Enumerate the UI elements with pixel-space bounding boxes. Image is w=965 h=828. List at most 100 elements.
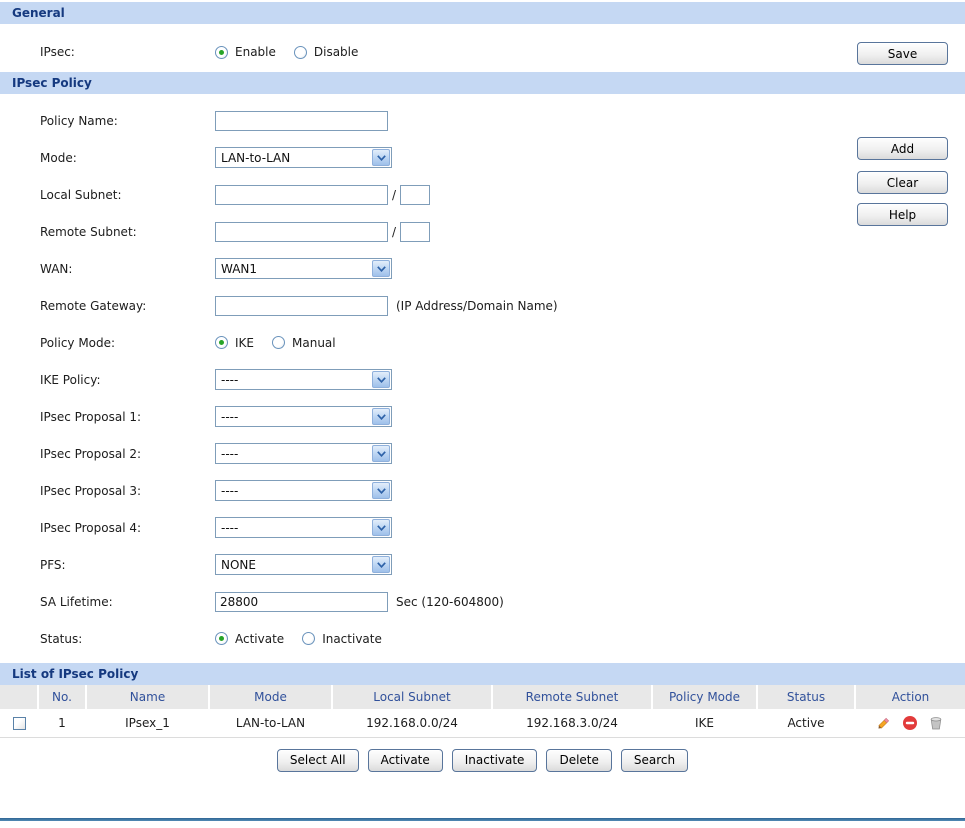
remote-gateway-label: Remote Gateway: bbox=[40, 298, 147, 313]
mode-select[interactable]: LAN-to-LAN bbox=[215, 147, 392, 168]
header-status: Status bbox=[756, 685, 855, 709]
remote-subnet-input[interactable] bbox=[215, 221, 388, 242]
ipsec-enable-row: IPsec: Enable Disable bbox=[0, 32, 965, 72]
pfs-row: PFS: NONE bbox=[0, 546, 965, 583]
policy-mode-row: Policy Mode: IKE Manual bbox=[0, 324, 965, 361]
add-button[interactable]: Add bbox=[857, 137, 948, 160]
ike-policy-label: IKE Policy: bbox=[40, 372, 101, 387]
bottom-divider bbox=[0, 818, 965, 821]
ipsec-proposal-2-select[interactable]: ---- bbox=[215, 443, 392, 464]
edit-icon[interactable] bbox=[876, 715, 892, 731]
remote-gateway-note: (IP Address/Domain Name) bbox=[396, 298, 558, 313]
remote-subnet-mask-input[interactable] bbox=[400, 221, 431, 242]
clear-button[interactable]: Clear bbox=[857, 171, 948, 194]
ipsec-label: IPsec: bbox=[40, 45, 75, 59]
status-inactivate-label: Inactivate bbox=[322, 631, 382, 646]
cell-local-subnet: 192.168.0.0/24 bbox=[332, 709, 492, 738]
mode-label: Mode: bbox=[40, 150, 77, 165]
chevron-down-icon bbox=[372, 149, 390, 166]
ike-policy-select-value: ---- bbox=[221, 372, 239, 387]
table-footer-buttons: Select All Activate Inactivate Delete Se… bbox=[0, 748, 965, 772]
local-subnet-label: Local Subnet: bbox=[40, 187, 122, 202]
chevron-down-icon bbox=[372, 371, 390, 388]
general-section-header: General bbox=[0, 2, 965, 24]
ipsec-proposal-4-label: IPsec Proposal 4: bbox=[40, 520, 142, 535]
cell-no: 1 bbox=[38, 709, 86, 738]
header-select-col bbox=[0, 685, 38, 709]
ipsec-enable-label: Enable bbox=[235, 45, 276, 59]
ipsec-disable-radio[interactable] bbox=[293, 45, 307, 59]
ipsec-proposal-1-label: IPsec Proposal 1: bbox=[40, 409, 142, 424]
mode-row: Mode: LAN-to-LAN bbox=[0, 139, 965, 176]
policy-mode-manual-radio[interactable] bbox=[272, 336, 285, 349]
cell-mode: LAN-to-LAN bbox=[209, 709, 332, 738]
cell-remote-subnet: 192.168.3.0/24 bbox=[492, 709, 652, 738]
ipsec-proposal-2-select-value: ---- bbox=[221, 446, 239, 461]
status-activate-radio[interactable] bbox=[215, 632, 228, 645]
policy-mode-ike-radio[interactable] bbox=[215, 336, 228, 349]
header-no: No. bbox=[37, 685, 86, 709]
ipsec-proposal-2-row: IPsec Proposal 2: ---- bbox=[0, 435, 965, 472]
ipsec-proposal-4-row: IPsec Proposal 4: ---- bbox=[0, 509, 965, 546]
save-button[interactable]: Save bbox=[857, 42, 948, 65]
policy-mode-ike-label: IKE bbox=[235, 335, 254, 350]
chevron-down-icon bbox=[372, 260, 390, 277]
ipsec-policy-section-title: IPsec Policy bbox=[12, 76, 92, 90]
cell-status: Active bbox=[757, 709, 855, 738]
ipsec-proposal-4-select[interactable]: ---- bbox=[215, 517, 392, 538]
ike-policy-select[interactable]: ---- bbox=[215, 369, 392, 390]
header-name: Name bbox=[85, 685, 209, 709]
remote-subnet-label: Remote Subnet: bbox=[40, 224, 137, 239]
ipsec-proposal-1-select[interactable]: ---- bbox=[215, 406, 392, 427]
local-subnet-mask-input[interactable] bbox=[400, 184, 431, 205]
remote-gateway-input[interactable] bbox=[215, 295, 388, 316]
header-action: Action bbox=[854, 685, 965, 709]
wan-select[interactable]: WAN1 bbox=[215, 258, 392, 279]
ipsec-policy-table: No. Name Mode Local Subnet Remote Subnet… bbox=[0, 685, 965, 738]
table-header-row: No. Name Mode Local Subnet Remote Subnet… bbox=[0, 685, 965, 709]
remote-subnet-row: Remote Subnet: / bbox=[0, 213, 965, 250]
sa-lifetime-input[interactable] bbox=[215, 591, 388, 612]
ipsec-proposal-1-select-value: ---- bbox=[221, 409, 239, 424]
header-local-subnet: Local Subnet bbox=[331, 685, 492, 709]
inactivate-button[interactable]: Inactivate bbox=[451, 748, 538, 772]
remote-gateway-row: Remote Gateway: (IP Address/Domain Name) bbox=[0, 287, 965, 324]
ipsec-policy-form: Policy Name: Mode: LAN-to-LAN Local Subn… bbox=[0, 94, 965, 657]
general-section-title: General bbox=[12, 6, 65, 20]
ipsec-settings-page: General IPsec: Enable Disable Save IPsec… bbox=[0, 0, 965, 828]
ipsec-proposal-1-row: IPsec Proposal 1: ---- bbox=[0, 398, 965, 435]
delete-button[interactable]: Delete bbox=[546, 748, 612, 772]
status-inactivate-radio[interactable] bbox=[302, 632, 316, 645]
search-button[interactable]: Search bbox=[620, 748, 689, 772]
pfs-label: PFS: bbox=[40, 557, 66, 572]
ipsec-disable-label: Disable bbox=[313, 45, 359, 59]
help-button[interactable]: Help bbox=[857, 203, 948, 226]
local-subnet-row: Local Subnet: / bbox=[0, 176, 965, 213]
pfs-select[interactable]: NONE bbox=[215, 554, 392, 575]
sa-lifetime-label: SA Lifetime: bbox=[40, 594, 113, 609]
status-row: Status: Activate Inactivate bbox=[0, 620, 965, 657]
header-remote-subnet: Remote Subnet bbox=[491, 685, 652, 709]
wan-label: WAN: bbox=[40, 261, 73, 276]
ipsec-proposal-3-select[interactable]: ---- bbox=[215, 480, 392, 501]
select-all-button[interactable]: Select All bbox=[276, 748, 359, 772]
sa-lifetime-note: Sec (120-604800) bbox=[396, 594, 504, 609]
cell-policy-mode: IKE bbox=[652, 709, 757, 738]
header-policy-mode: Policy Mode bbox=[651, 685, 757, 709]
chevron-down-icon bbox=[372, 408, 390, 425]
local-subnet-slash: / bbox=[392, 187, 397, 202]
policy-name-input[interactable] bbox=[215, 110, 388, 131]
local-subnet-input[interactable] bbox=[215, 184, 388, 205]
ipsec-enable-radio[interactable] bbox=[215, 45, 228, 59]
row-checkbox[interactable] bbox=[12, 716, 26, 730]
activate-button[interactable]: Activate bbox=[367, 748, 443, 772]
ike-policy-row: IKE Policy: ---- bbox=[0, 361, 965, 398]
disable-icon[interactable] bbox=[902, 715, 918, 731]
ipsec-proposal-3-row: IPsec Proposal 3: ---- bbox=[0, 472, 965, 509]
remote-subnet-slash: / bbox=[392, 224, 397, 239]
delete-icon[interactable] bbox=[928, 715, 944, 731]
chevron-down-icon bbox=[372, 482, 390, 499]
list-section-title: List of IPsec Policy bbox=[12, 667, 139, 681]
list-section-header: List of IPsec Policy bbox=[0, 663, 965, 685]
ipsec-proposal-4-select-value: ---- bbox=[221, 520, 239, 535]
